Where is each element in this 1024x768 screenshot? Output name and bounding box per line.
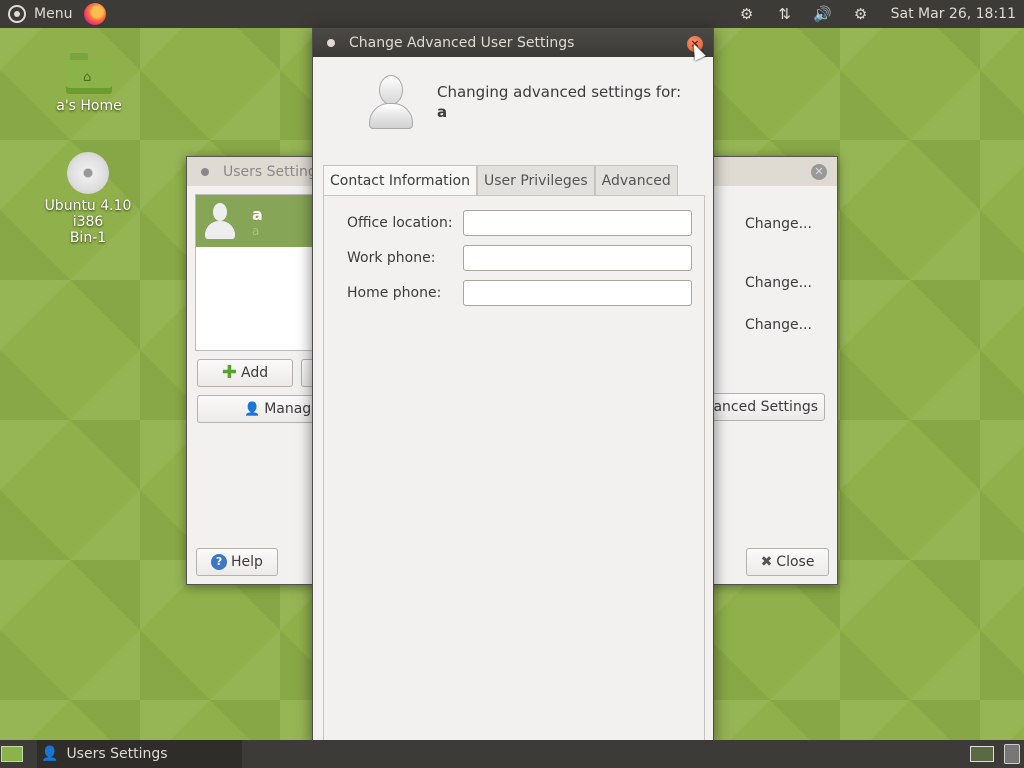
- tab-contact-information[interactable]: Contact Information: [323, 165, 477, 196]
- work-phone-label: Work phone:: [347, 250, 436, 266]
- desktop-icon-label-2: Bin-1: [69, 230, 107, 246]
- dialog-titlebar[interactable]: Change Advanced User Settings: [313, 29, 713, 57]
- desktop-icon-label: a's Home: [56, 98, 122, 114]
- tab-user-privileges[interactable]: User Privileges: [476, 165, 595, 195]
- tab-bar: Contact Information User Privileges Adva…: [323, 165, 678, 196]
- window-menu-icon[interactable]: [201, 167, 209, 176]
- close-button[interactable]: ✖ Close: [746, 548, 829, 576]
- home-phone-field[interactable]: [463, 280, 692, 306]
- close-button-label: Close: [776, 554, 815, 570]
- top-panel: Menu ⚙ ⇅ 🔊 ⚙ Sat Mar 26, 18:11: [0, 0, 1024, 28]
- dialog-username: a: [437, 103, 448, 121]
- network-wired-icon[interactable]: ⚙: [737, 5, 757, 23]
- users-icon: 👤: [41, 746, 59, 762]
- firefox-icon[interactable]: [84, 3, 107, 25]
- desktop-icon-disc[interactable]: Ubuntu 4.10 i386 Bin-1: [28, 152, 148, 246]
- dialog-heading: Changing advanced settings for:: [437, 83, 682, 101]
- workspace-switcher-icon[interactable]: [970, 746, 994, 762]
- desktop-icon-label: Ubuntu 4.10 i386: [44, 198, 132, 230]
- add-button[interactable]: ✚ Add: [197, 359, 293, 387]
- taskbar-item-label: Users Settings: [66, 746, 168, 762]
- menu-label: Menu: [34, 6, 73, 22]
- window-title: Users Settings: [223, 163, 325, 180]
- menu-button[interactable]: Menu: [0, 0, 72, 28]
- group-icon: 👤: [244, 401, 261, 417]
- cd-disc-icon: [67, 152, 109, 194]
- advanced-settings-label: vanced Settings: [705, 399, 818, 415]
- help-icon: ?: [211, 554, 228, 570]
- bottom-panel: 👤 Users Settings: [0, 740, 1024, 768]
- change-password-link[interactable]: Change...: [745, 216, 812, 232]
- avatar-icon: [204, 201, 236, 241]
- volume-icon[interactable]: 🔊: [813, 5, 833, 23]
- home-phone-label: Home phone:: [347, 285, 442, 301]
- home-folder-icon: ⌂: [66, 53, 112, 94]
- help-button[interactable]: ? Help: [196, 548, 278, 576]
- add-button-label: Add: [240, 365, 269, 381]
- user-subtitle: a: [252, 223, 260, 238]
- dialog-title: Change Advanced User Settings: [349, 35, 575, 51]
- change-home-link[interactable]: Change...: [745, 317, 812, 333]
- change-account-type-link[interactable]: Change...: [745, 275, 812, 291]
- window-menu-icon[interactable]: [327, 39, 335, 47]
- clock[interactable]: Sat Mar 26, 18:11: [891, 6, 1016, 22]
- advanced-settings-dialog: Change Advanced User Settings × Changing…: [312, 28, 714, 755]
- manage-groups-button[interactable]: 👤 Manage: [197, 395, 327, 423]
- show-desktop-icon[interactable]: [1, 746, 23, 762]
- system-tray: ⚙ ⇅ 🔊 ⚙ Sat Mar 26, 18:11: [737, 0, 1016, 28]
- user-avatar-icon: [367, 73, 415, 133]
- plus-icon: ✚: [221, 362, 237, 383]
- work-phone-field[interactable]: [463, 245, 692, 271]
- tab-advanced[interactable]: Advanced: [594, 165, 678, 195]
- trash-icon[interactable]: [1004, 744, 1020, 764]
- office-location-field[interactable]: [463, 210, 692, 236]
- help-button-label: Help: [231, 554, 263, 570]
- settings-icon[interactable]: ⚙: [851, 5, 871, 23]
- close-icon[interactable]: ✕: [811, 164, 827, 180]
- user-name: a: [252, 204, 263, 224]
- office-location-label: Office location:: [347, 215, 453, 231]
- transfer-icon[interactable]: ⇅: [775, 5, 795, 23]
- close-x-icon: ✖: [760, 554, 773, 570]
- taskbar-item-users-settings[interactable]: 👤 Users Settings: [37, 740, 242, 768]
- ubuntu-logo-icon: [8, 5, 26, 23]
- desktop-icon-home[interactable]: ⌂ a's Home: [29, 53, 149, 114]
- contact-information-panel: Office location: Work phone: Home phone:: [323, 195, 705, 755]
